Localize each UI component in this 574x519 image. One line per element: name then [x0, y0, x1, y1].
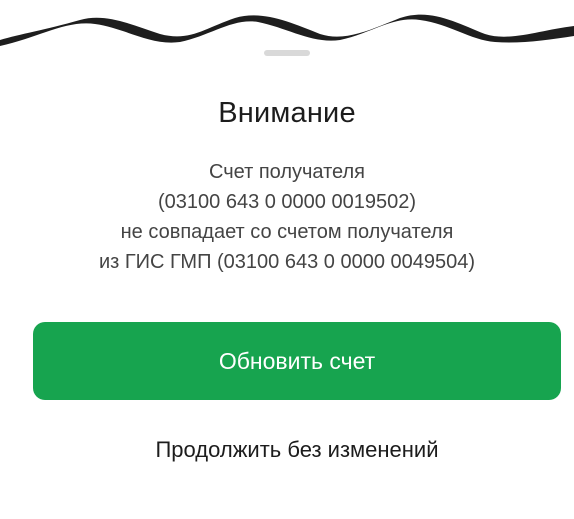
dialog-title: Внимание: [218, 97, 356, 129]
message-line: Счет получателя: [209, 161, 365, 183]
bottom-sheet-dialog: Внимание Счет получателя (03100 643 0 00…: [0, 0, 574, 519]
sheet-drag-handle[interactable]: [264, 50, 310, 56]
continue-without-changes-button[interactable]: Продолжить без изменений: [33, 420, 561, 480]
message-line: не совпадает со счетом получателя: [120, 221, 454, 243]
message-line: из ГИС ГМП (03100 643 0 0000 0049504): [98, 251, 476, 273]
message-line: (03100 643 0 0000 0019502): [157, 191, 416, 213]
dialog-message: Счет получателя (03100 643 0 0000 001950…: [40, 157, 534, 277]
update-account-button[interactable]: Обновить счет: [33, 322, 561, 400]
screenshot-frame: Внимание Счет получателя (03100 643 0 00…: [0, 0, 574, 519]
